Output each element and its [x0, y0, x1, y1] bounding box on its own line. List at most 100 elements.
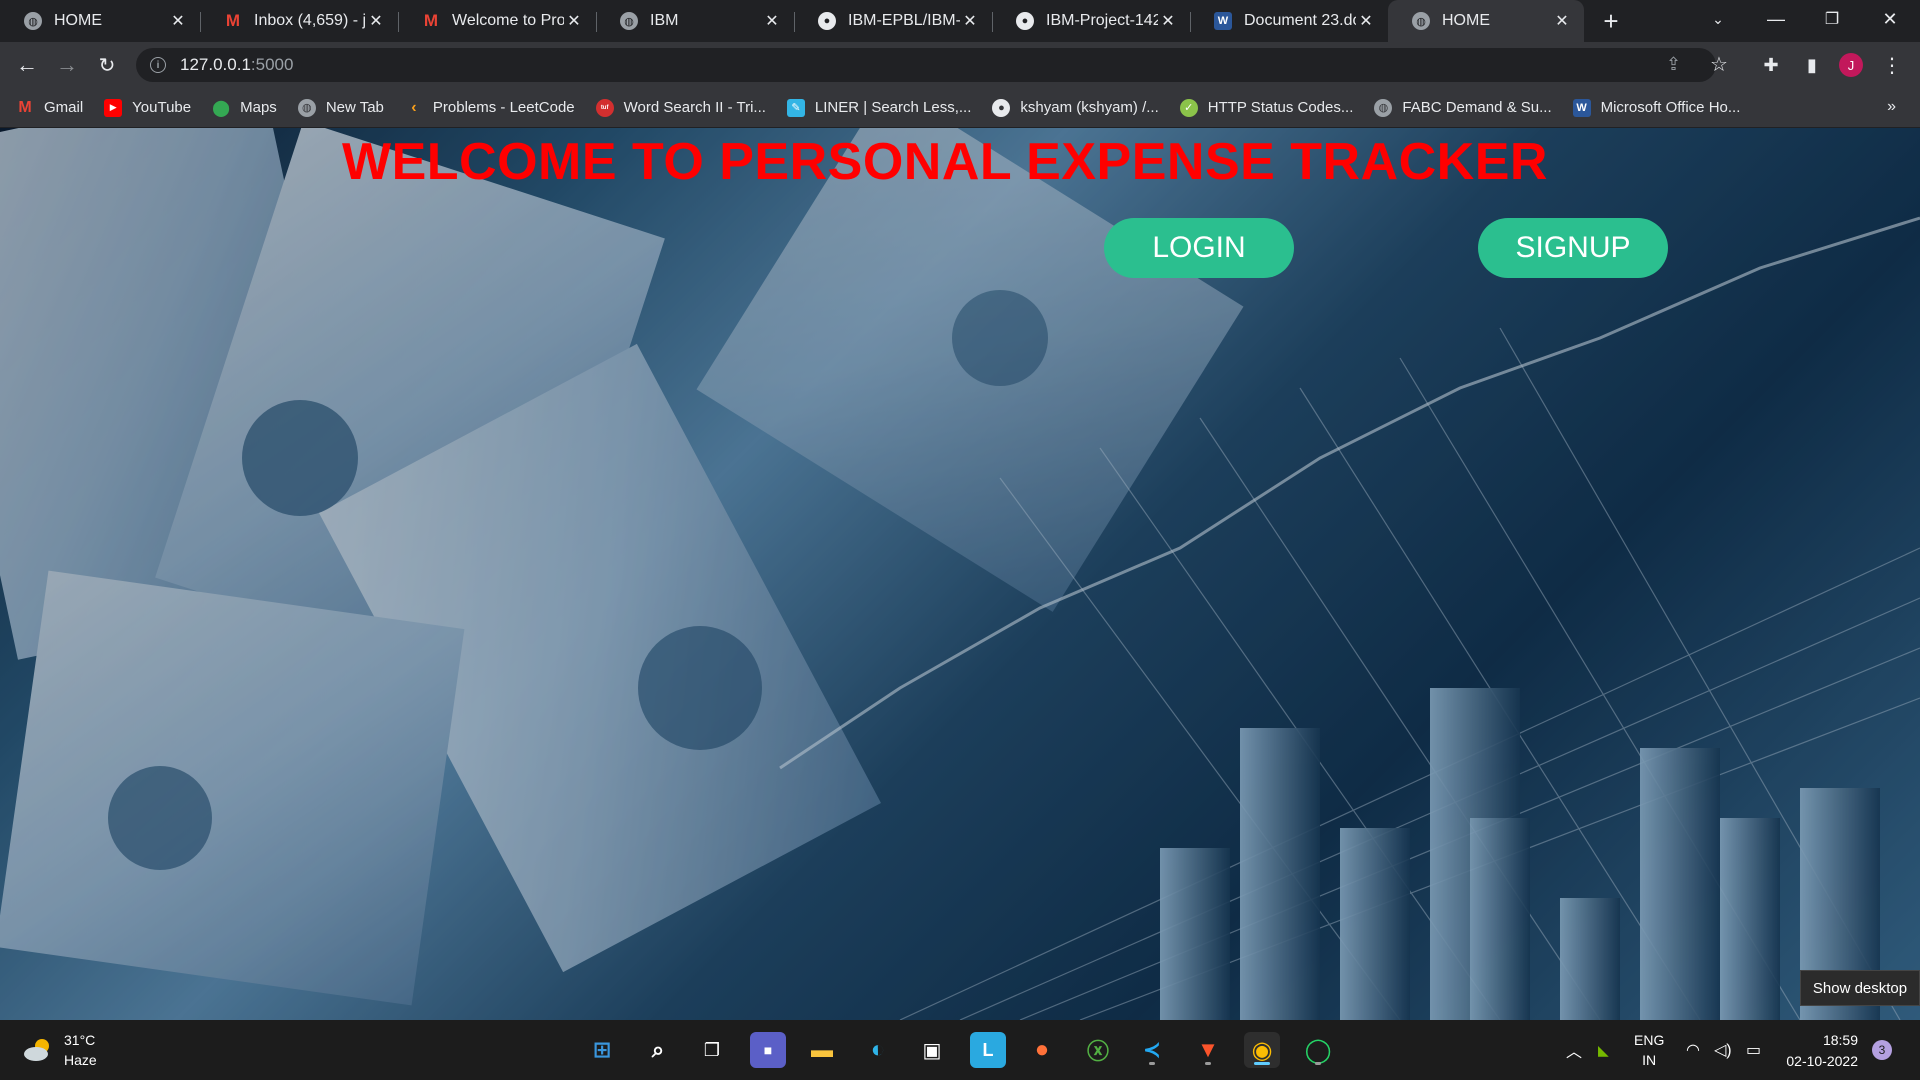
- browser-toolbar: ← → ↻ i 127.0.0.1:5000 ⇪ ☆ ✚ ▮ J ⋮: [0, 42, 1920, 88]
- youtube-icon: ▶: [104, 98, 123, 117]
- profile-avatar[interactable]: J: [1839, 53, 1863, 77]
- globe-icon: ◍: [1412, 12, 1430, 30]
- gmail-icon: M: [18, 98, 32, 116]
- bookmark-new-tab[interactable]: ◍ New Tab: [297, 98, 384, 117]
- forward-arrow-icon[interactable]: →: [52, 50, 82, 80]
- bookmark-liner[interactable]: ✎ LINER | Search Less,...: [786, 98, 971, 117]
- maps-icon: ⬤: [212, 99, 231, 117]
- windows-taskbar: 31°C Haze ⊞ ⌕ ❐ ■ ▬ ◐ ▣ L ● ⓧ ≺ ▼ ◉ ◯ ︿ …: [0, 1020, 1920, 1080]
- tab-title: Document 23.doc: [1244, 12, 1356, 29]
- notification-badge[interactable]: 3: [1872, 1040, 1892, 1060]
- bookmark-maps[interactable]: ⬤ Maps: [212, 99, 277, 117]
- nvidia-icon[interactable]: ◣: [1598, 1020, 1609, 1080]
- close-icon[interactable]: ✕: [168, 11, 188, 31]
- bookmark-fabc[interactable]: ◍ FABC Demand & Su...: [1374, 98, 1552, 117]
- address-bar[interactable]: i 127.0.0.1:5000 ⇪ ☆: [136, 48, 1728, 82]
- chrome-icon[interactable]: ◉: [1244, 1032, 1280, 1068]
- word-icon: W: [1214, 12, 1232, 30]
- close-window-button[interactable]: ✕: [1864, 0, 1916, 38]
- page-viewport: WELCOME TO PERSONAL EXPENSE TRACKER LOGI…: [0, 128, 1920, 1020]
- tab-title: HOME: [1442, 12, 1490, 29]
- signup-button[interactable]: SIGNUP: [1478, 218, 1668, 278]
- leetcode-icon: ‹: [411, 98, 417, 116]
- bookmark-office[interactable]: W Microsoft Office Ho...: [1572, 98, 1740, 117]
- system-clock[interactable]: 18:59 02-10-2022: [1778, 1030, 1858, 1072]
- tab-title: IBM-Project-1429: [1046, 12, 1158, 29]
- url-port: :5000: [250, 55, 294, 74]
- tab-github-epbl[interactable]: ● IBM-EPBL/IBM-Pr ✕: [794, 0, 992, 42]
- tab-ibm[interactable]: ◍ IBM ✕: [596, 0, 794, 42]
- close-icon[interactable]: ✕: [762, 11, 782, 31]
- battery-icon[interactable]: ▭: [1746, 1020, 1761, 1080]
- close-icon[interactable]: ✕: [564, 11, 584, 31]
- teams-icon[interactable]: ■: [750, 1032, 786, 1068]
- tab-welcome[interactable]: M Welcome to Proje ✕: [398, 0, 596, 42]
- liner-icon[interactable]: L: [970, 1032, 1006, 1068]
- close-icon[interactable]: ✕: [960, 11, 980, 31]
- bookmark-word-search[interactable]: tuf Word Search II - Tri...: [595, 98, 766, 117]
- minimize-button[interactable]: —: [1750, 0, 1802, 38]
- store-icon[interactable]: ▣: [914, 1032, 950, 1068]
- close-icon[interactable]: ✕: [1158, 11, 1178, 31]
- active-indicator: [1254, 1062, 1270, 1065]
- side-panel-icon[interactable]: ▮: [1797, 50, 1827, 80]
- login-button[interactable]: LOGIN: [1104, 218, 1294, 278]
- new-tab-button[interactable]: +: [1596, 6, 1626, 36]
- file-explorer-icon[interactable]: ▬: [804, 1032, 840, 1068]
- show-hidden-icons-chevron[interactable]: ︿: [1566, 1020, 1582, 1080]
- bookmark-gmail[interactable]: M Gmail: [16, 99, 83, 117]
- globe-icon: ◍: [620, 12, 638, 30]
- github-icon: ●: [818, 12, 836, 30]
- start-icon[interactable]: ⊞: [584, 1032, 620, 1068]
- bookmark-label: kshyam (kshyam) /...: [1020, 99, 1159, 116]
- bookmark-http-status[interactable]: ✓ HTTP Status Codes...: [1179, 98, 1353, 117]
- github-icon: ●: [1016, 12, 1034, 30]
- bookmark-leetcode[interactable]: ‹ Problems - LeetCode: [405, 98, 574, 117]
- close-icon[interactable]: ✕: [1356, 11, 1376, 31]
- close-icon[interactable]: ✕: [366, 11, 386, 31]
- http-icon: ✓: [1179, 98, 1198, 117]
- reload-icon[interactable]: ↻: [92, 50, 122, 80]
- page-title: WELCOME TO PERSONAL EXPENSE TRACKER: [342, 133, 1548, 191]
- close-icon[interactable]: ✕: [1552, 11, 1572, 31]
- wifi-icon[interactable]: ◠: [1686, 1020, 1700, 1080]
- restore-button[interactable]: ❐: [1806, 0, 1858, 38]
- site-info-icon[interactable]: i: [150, 57, 166, 73]
- back-arrow-icon[interactable]: ←: [12, 50, 42, 80]
- tab-home-1[interactable]: ◍ HOME ✕: [0, 0, 200, 42]
- tab-search-chevron-icon[interactable]: ⌄: [1692, 0, 1744, 38]
- menu-kebab-icon[interactable]: ⋮: [1877, 50, 1907, 80]
- task-view-icon[interactable]: ❐: [694, 1032, 730, 1068]
- tab-home-active[interactable]: ◍ HOME ✕: [1388, 0, 1584, 42]
- globe-icon: ◍: [24, 12, 42, 30]
- tab-github-project[interactable]: ● IBM-Project-1429 ✕: [992, 0, 1190, 42]
- volume-icon[interactable]: ◁): [1714, 1020, 1732, 1080]
- vscode-icon[interactable]: ≺: [1134, 1032, 1170, 1068]
- bookmark-github-kshyam[interactable]: ● kshyam (kshyam) /...: [992, 98, 1159, 117]
- weather-temperature: 31°C: [64, 1032, 96, 1048]
- tab-title: Welcome to Proje: [452, 12, 564, 29]
- share-icon[interactable]: ⇪: [1666, 54, 1681, 75]
- bookmark-youtube[interactable]: ▶ YouTube: [104, 98, 191, 117]
- bookmarks-overflow-button[interactable]: »: [1887, 98, 1896, 116]
- weather-description: Haze: [64, 1052, 97, 1068]
- tab-document[interactable]: W Document 23.doc ✕: [1190, 0, 1388, 42]
- whatsapp-icon[interactable]: ◯: [1300, 1032, 1336, 1068]
- language-indicator[interactable]: ENG IN: [1634, 1020, 1664, 1080]
- gmail-icon: M: [423, 11, 439, 30]
- show-desktop-tooltip: Show desktop: [1800, 970, 1920, 1006]
- bookmark-star-icon[interactable]: ☆: [1710, 52, 1728, 77]
- running-indicator: [1149, 1062, 1155, 1065]
- xbox-icon[interactable]: ⓧ: [1080, 1032, 1116, 1068]
- search-icon[interactable]: ⌕: [640, 1032, 676, 1068]
- url-host: 127.0.0.1: [180, 55, 251, 74]
- firefox-icon[interactable]: ●: [1024, 1032, 1060, 1068]
- gmail-icon: M: [225, 11, 241, 30]
- tab-inbox[interactable]: M Inbox (4,659) - jay ✕: [200, 0, 398, 42]
- tuf-icon: tuf: [595, 98, 614, 117]
- brave-icon[interactable]: ▼: [1190, 1032, 1226, 1068]
- weather-widget[interactable]: 31°C Haze: [22, 1030, 97, 1070]
- globe-icon: ◍: [1374, 98, 1393, 117]
- extensions-puzzle-icon[interactable]: ✚: [1756, 50, 1786, 80]
- edge-icon[interactable]: ◐: [860, 1032, 896, 1068]
